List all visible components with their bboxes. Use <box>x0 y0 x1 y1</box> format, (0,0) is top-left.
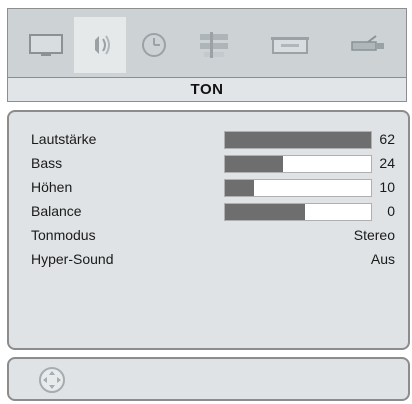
menu-tab-bar <box>7 8 407 78</box>
treble-slider[interactable] <box>224 179 372 197</box>
tv-screen-icon <box>29 34 63 56</box>
setting-label: Lautstärke <box>31 131 97 147</box>
tab-source[interactable] <box>264 17 316 73</box>
slider-fill <box>225 204 306 220</box>
slider-fill <box>225 180 255 196</box>
setting-treble[interactable]: Höhen 10 <box>31 175 403 199</box>
menu-title-bar: TON <box>7 78 407 102</box>
setting-sound-mode[interactable]: Tonmodus Stereo <box>31 223 403 247</box>
volume-slider[interactable] <box>224 131 372 149</box>
setting-balance[interactable]: Balance 0 <box>31 199 403 223</box>
slider-fill <box>225 156 284 172</box>
setting-label: Tonmodus <box>31 227 96 243</box>
setting-bass[interactable]: Bass 24 <box>31 151 403 175</box>
tab-picture[interactable] <box>20 17 72 73</box>
balance-slider[interactable] <box>224 203 372 221</box>
tab-usb[interactable] <box>342 17 394 73</box>
sound-settings-panel: Lautstärke 62 Bass 24 Höhen 10 Balance 0… <box>7 110 410 350</box>
setting-value: 10 <box>379 179 395 195</box>
page-title: TON <box>190 81 224 98</box>
setting-label: Balance <box>31 203 82 219</box>
setting-value: 0 <box>387 203 395 219</box>
source-icon <box>271 37 309 54</box>
setting-label: Höhen <box>31 179 73 195</box>
tab-timer[interactable] <box>128 17 180 73</box>
setting-value: Aus <box>370 251 395 267</box>
setting-value: 24 <box>379 155 395 171</box>
setting-value: 62 <box>379 131 395 147</box>
sound-icon <box>95 35 110 55</box>
setting-hyper-sound[interactable]: Hyper-Sound Aus <box>31 247 403 271</box>
settings-icon <box>200 32 228 58</box>
navigation-dial-icon <box>39 367 65 393</box>
setting-label: Hyper-Sound <box>31 251 114 267</box>
usb-icon <box>351 35 384 51</box>
clock-icon <box>142 33 166 57</box>
tab-sound[interactable] <box>74 17 126 73</box>
bass-slider[interactable] <box>224 155 372 173</box>
setting-label: Bass <box>31 155 63 171</box>
setting-value: Stereo <box>353 227 395 243</box>
setting-volume[interactable]: Lautstärke 62 <box>31 127 403 151</box>
slider-fill <box>225 132 371 148</box>
navigation-hint-panel <box>7 357 410 401</box>
tab-setup[interactable] <box>188 17 240 73</box>
